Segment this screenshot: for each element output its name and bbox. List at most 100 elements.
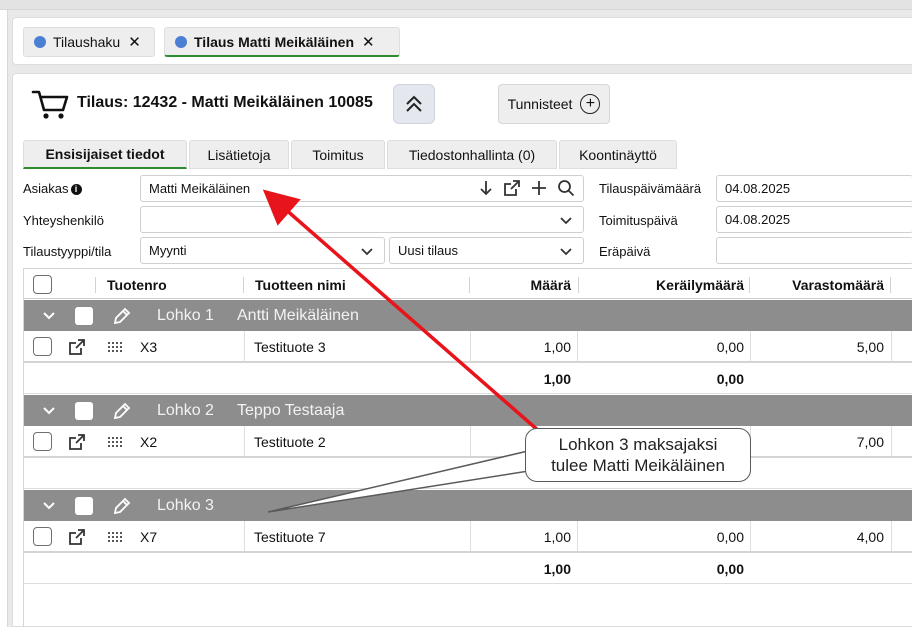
order-panel: Tilaus: 12432 - Matti Meikäläinen 10085 … bbox=[12, 73, 912, 627]
delivery-date-label: Toimituspäivä bbox=[599, 213, 678, 228]
document-tabs-bar: Tilaushaku ✕ Tilaus Matti Meikäläinen ✕ bbox=[12, 17, 912, 65]
external-link-icon[interactable] bbox=[68, 433, 86, 451]
top-strip bbox=[0, 0, 912, 10]
order-type-value: Myynti bbox=[149, 243, 187, 258]
sum-quantity: 1,00 bbox=[543, 371, 571, 387]
drag-handle-icon[interactable] bbox=[108, 532, 122, 542]
group-title: Lohko 1 bbox=[157, 307, 214, 324]
order-status-select[interactable]: Uusi tilaus bbox=[389, 237, 584, 264]
group-payer: Antti Meikäläinen bbox=[237, 307, 359, 324]
sum-pick-quantity: 0,00 bbox=[716, 561, 744, 577]
tab-additional-info[interactable]: Lisätietoja bbox=[189, 140, 289, 169]
delivery-date-value: 04.08.2025 bbox=[725, 212, 791, 227]
tags-button[interactable]: Tunnisteet + bbox=[498, 84, 610, 124]
sum-pick-quantity: 0,00 bbox=[716, 371, 744, 387]
doc-tab-label: Tilaus Matti Meikäläinen bbox=[194, 33, 355, 50]
external-link-icon[interactable] bbox=[68, 528, 86, 546]
group-row-lohko-1[interactable]: Lohko 1 Antti Meikäläinen bbox=[24, 300, 912, 331]
group-sum-row bbox=[24, 458, 912, 489]
sum-quantity: 1,00 bbox=[543, 561, 571, 577]
delivery-date-field[interactable]: 04.08.2025 bbox=[716, 206, 912, 233]
stock-quantity: 5,00 bbox=[856, 339, 884, 355]
chevron-down-icon[interactable] bbox=[42, 405, 56, 417]
tab-dashboard[interactable]: Koontinäyttö bbox=[559, 140, 677, 169]
tab-dot-icon bbox=[175, 35, 187, 48]
doc-tab-order-search[interactable]: Tilaushaku ✕ bbox=[23, 27, 155, 57]
chevron-down-icon bbox=[560, 217, 572, 225]
close-icon[interactable]: ✕ bbox=[128, 33, 141, 51]
contact-select[interactable] bbox=[140, 206, 584, 233]
group-title: Lohko 2 bbox=[157, 402, 214, 419]
row-checkbox[interactable] bbox=[33, 527, 52, 546]
order-date-field[interactable]: 04.08.2025 bbox=[716, 175, 912, 202]
tab-delivery[interactable]: Toimitus bbox=[291, 140, 385, 169]
row-checkbox[interactable] bbox=[33, 337, 52, 356]
product-name: Testituote 3 bbox=[254, 339, 326, 355]
cell-separator bbox=[244, 331, 245, 361]
chevron-down-icon[interactable] bbox=[42, 310, 56, 322]
arrow-down-icon[interactable] bbox=[478, 179, 494, 197]
chevron-down-icon bbox=[560, 248, 572, 256]
pick-quantity[interactable]: 0,00 bbox=[584, 339, 744, 355]
product-no: X7 bbox=[140, 529, 158, 545]
column-header-pick-quantity[interactable]: Keräilymäärä bbox=[584, 277, 744, 293]
external-link-icon[interactable] bbox=[68, 338, 86, 356]
order-type-label: Tilaustyyppi/tila bbox=[23, 244, 112, 259]
column-header-product-no[interactable]: Tuotenro bbox=[107, 277, 167, 293]
cell-separator bbox=[750, 331, 751, 361]
cell-separator bbox=[244, 521, 245, 551]
pencil-icon[interactable] bbox=[112, 306, 132, 326]
select-all-checkbox[interactable] bbox=[33, 275, 52, 294]
group-checkbox[interactable] bbox=[75, 402, 93, 420]
doc-tab-label: Tilaushaku bbox=[53, 34, 121, 50]
tags-label: Tunnisteet bbox=[507, 96, 573, 112]
drag-handle-icon[interactable] bbox=[108, 437, 122, 447]
row-checkbox[interactable] bbox=[33, 432, 52, 451]
tab-primary-info[interactable]: Ensisijaiset tiedot bbox=[23, 140, 187, 169]
external-link-icon[interactable] bbox=[503, 179, 521, 197]
group-row-lohko-3[interactable]: Lohko 3 bbox=[24, 490, 912, 521]
column-separator bbox=[578, 277, 579, 293]
column-header-stock-quantity[interactable]: Varastomäärä bbox=[754, 277, 884, 293]
cell-separator bbox=[244, 426, 245, 456]
group-row-lohko-2[interactable]: Lohko 2 Teppo Testaaja bbox=[24, 395, 912, 426]
product-no: X3 bbox=[140, 339, 158, 355]
tab-file-management[interactable]: Tiedostonhallinta (0) bbox=[387, 140, 557, 169]
group-checkbox[interactable] bbox=[75, 497, 93, 515]
pencil-icon[interactable] bbox=[112, 401, 132, 421]
left-edge bbox=[0, 10, 8, 627]
table-row[interactable]: X3 Testituote 3 1,00 0,00 5,00 bbox=[24, 331, 912, 363]
plus-icon[interactable] bbox=[530, 179, 548, 197]
group-checkbox[interactable] bbox=[75, 307, 93, 325]
quantity[interactable]: 1,00 bbox=[474, 529, 571, 545]
order-type-select[interactable]: Myynti bbox=[140, 237, 385, 264]
column-header-product-name[interactable]: Tuotteen nimi bbox=[255, 277, 346, 293]
plus-circle-icon: + bbox=[580, 94, 601, 114]
order-date-label: Tilauspäivämäärä bbox=[599, 181, 702, 196]
stock-quantity: 7,00 bbox=[856, 434, 884, 450]
info-icon[interactable]: i bbox=[70, 183, 82, 195]
table-row[interactable]: X7 Testituote 7 1,00 0,00 4,00 bbox=[24, 521, 912, 553]
close-icon[interactable]: ✕ bbox=[362, 33, 375, 51]
collapse-button[interactable] bbox=[393, 84, 435, 124]
cell-separator bbox=[750, 521, 751, 551]
order-status-value: Uusi tilaus bbox=[398, 243, 458, 258]
pick-quantity[interactable]: 0,00 bbox=[584, 529, 744, 545]
search-icon[interactable] bbox=[557, 179, 575, 197]
drag-handle-icon[interactable] bbox=[108, 342, 122, 352]
doc-tab-order[interactable]: Tilaus Matti Meikäläinen ✕ bbox=[164, 27, 400, 57]
shopping-cart-icon bbox=[31, 90, 69, 119]
customer-label-text: Asiakas bbox=[23, 181, 69, 196]
column-header-quantity[interactable]: Määrä bbox=[474, 277, 571, 293]
pencil-icon[interactable] bbox=[112, 496, 132, 516]
quantity[interactable]: 1,00 bbox=[474, 339, 571, 355]
cell-separator bbox=[577, 521, 578, 551]
due-date-label: Eräpäivä bbox=[599, 244, 651, 259]
group-title: Lohko 3 bbox=[157, 497, 214, 514]
order-date-value: 04.08.2025 bbox=[725, 181, 791, 196]
table-row[interactable]: X2 Testituote 2 7,00 bbox=[24, 426, 912, 458]
due-date-field[interactable] bbox=[716, 237, 912, 264]
chevron-down-icon[interactable] bbox=[42, 500, 56, 512]
column-separator bbox=[749, 277, 750, 293]
customer-field[interactable]: Matti Meikäläinen bbox=[140, 175, 584, 202]
